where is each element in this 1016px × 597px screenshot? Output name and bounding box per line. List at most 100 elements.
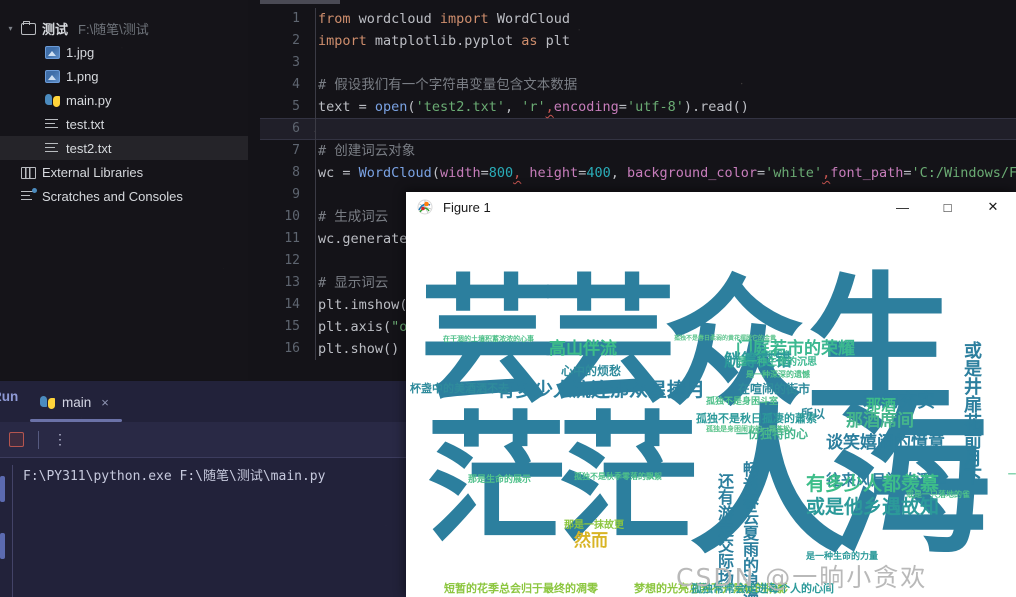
- figure-canvas[interactable]: 芸芸众生茫茫人海高山伴流 门庭若市的荣耀 有多少人流连那众星捧月 杯盏中的美酒洒不去心…: [406, 223, 1016, 597]
- tab-run[interactable]: Run: [0, 389, 18, 404]
- more-options-icon[interactable]: ⋮: [53, 432, 67, 446]
- code-token: width: [439, 165, 481, 181]
- tree-item-test2-txt[interactable]: test2.txt: [0, 136, 248, 160]
- tree-item-external-libraries[interactable]: External Libraries: [0, 160, 248, 184]
- wordcloud-word: 是一种深深的遗憾: [746, 370, 810, 379]
- tree-item-1-png[interactable]: 1.png: [0, 64, 248, 88]
- tree-item-main-py[interactable]: main.py: [0, 88, 248, 112]
- wordcloud-word: 孤独不是春日柔弱的黄花摆脱它的金黄: [674, 335, 777, 342]
- minimize-icon[interactable]: —: [880, 192, 925, 223]
- code-line[interactable]: wc = WordCloud(width=800, height=400, ba…: [318, 162, 1016, 184]
- code-token: =: [342, 165, 359, 181]
- code-token: =: [358, 99, 375, 115]
- code-token: plt.show(): [318, 341, 400, 357]
- line-number: 3: [292, 55, 300, 70]
- code-line[interactable]: # 假设我们有一个字符串变量包含文本数据: [318, 74, 1016, 96]
- tree-item-scratches-and-consoles[interactable]: Scratches and Consoles: [0, 184, 248, 208]
- code-line[interactable]: # 创建词云对象: [318, 140, 1016, 162]
- close-icon[interactable]: ×: [101, 395, 109, 410]
- wordcloud-word: 或是井扉花前月下: [961, 341, 982, 485]
- run-tool-window: Run main × ⋮ F:\PY311\python.exe F:\随笔\测…: [0, 381, 406, 597]
- code-token: font_path: [830, 165, 904, 181]
- line-number: 5: [292, 99, 300, 114]
- code-token: 'r': [521, 99, 546, 115]
- code-token: text: [318, 99, 359, 115]
- code-token: =: [757, 165, 766, 181]
- figure-title-bar[interactable]: Figure 1 — □ ✕: [406, 192, 1016, 223]
- code-token: ).read(): [683, 99, 749, 115]
- image-file-icon: [45, 70, 60, 83]
- code-token: plt.axis(: [318, 319, 392, 335]
- wordcloud-word: 那酒: [866, 396, 897, 414]
- code-token: 'white': [765, 165, 823, 181]
- library-icon: [21, 167, 36, 179]
- code-token: =: [903, 165, 912, 181]
- wordcloud-word: 那酒席间: [846, 411, 914, 431]
- wordcloud-word: 孤独不是秋季零落的飘絮: [574, 472, 662, 481]
- tree-item-test-txt[interactable]: test.txt: [0, 112, 248, 136]
- code-line[interactable]: from wordcloud import WordCloud: [318, 8, 1016, 30]
- wordcloud-word: 杯盏中的美酒洒不去: [410, 382, 509, 395]
- matplotlib-icon: [417, 199, 433, 215]
- wordcloud-word: 谈笑嬉闹的憶意: [826, 433, 945, 453]
- editor-scroll-indicator: [260, 0, 340, 4]
- code-token: WordCloud: [496, 11, 570, 27]
- wordcloud-image: 芸芸众生茫茫人海高山伴流 门庭若市的荣耀 有多少人流连那众星捧月 杯盏中的美酒洒不去心…: [406, 223, 1016, 597]
- chevron-down-icon[interactable]: ▾: [6, 24, 15, 33]
- line-number: 12: [284, 253, 300, 268]
- code-token: import: [439, 11, 497, 27]
- line-number: 6: [292, 121, 300, 136]
- console-output[interactable]: F:\PY311\python.exe F:\随笔\测试\main.py: [12, 465, 406, 597]
- code-token: =: [618, 99, 627, 115]
- code-token: 'C:/Windows/Fo: [911, 165, 1016, 181]
- project-tree: ▾ 测试 F:\随笔\测试 1.jpg 1.png main.py test.txt test…: [0, 16, 248, 208]
- tree-item-label: External Libraries: [42, 164, 144, 180]
- code-token: # 假设我们有一个字符串变量包含文本数据: [318, 77, 578, 93]
- line-number: 10: [284, 209, 300, 224]
- line-number: 14: [284, 297, 300, 312]
- code-token: plt.imshow(: [318, 297, 408, 313]
- maximize-icon[interactable]: □: [925, 192, 970, 223]
- code-line[interactable]: [318, 118, 1016, 140]
- code-line[interactable]: text = open('test2.txt', 'r',encoding='u…: [318, 96, 1016, 118]
- line-number: 1: [292, 11, 300, 26]
- line-number: 11: [284, 231, 300, 246]
- code-token: 'test2.txt': [415, 99, 505, 115]
- wordcloud-word: 高山伴流: [549, 339, 617, 359]
- stop-button[interactable]: [9, 432, 24, 447]
- wordcloud-word: 孤独不是身困斗室: [706, 397, 779, 407]
- line-number: 2: [292, 33, 300, 48]
- code-token: ,: [822, 165, 831, 181]
- code-token: matplotlib.pyplot: [374, 33, 522, 49]
- line-number: 7: [292, 143, 300, 158]
- code-line[interactable]: [318, 52, 1016, 74]
- code-token: wc.generate: [318, 231, 408, 247]
- console-scroll-marker-2: [0, 533, 5, 559]
- code-token: plt: [545, 33, 570, 49]
- tab-main-label: main: [62, 394, 92, 410]
- figure-window[interactable]: Figure 1 — □ ✕ 芸芸众生茫茫人海高山伴流 门庭若市的荣耀 有多少人流连…: [406, 192, 1016, 597]
- code-token: open: [374, 99, 408, 115]
- tree-item-[interactable]: ▾ 测试 F:\随笔\测试: [0, 16, 248, 40]
- code-token: ,: [504, 99, 522, 115]
- image-file-icon: [45, 46, 60, 59]
- wordcloud-word: 心中的烦愁: [561, 364, 622, 378]
- code-token: height: [529, 165, 579, 181]
- tree-item-1-jpg[interactable]: 1.jpg: [0, 40, 248, 64]
- code-token: # 显示词云: [318, 275, 389, 291]
- tree-item-label: 1.png: [66, 68, 99, 84]
- text-file-icon: [45, 140, 60, 156]
- code-token: import: [318, 33, 375, 49]
- close-icon[interactable]: ✕: [970, 192, 1016, 223]
- code-line[interactable]: import matplotlib.pyplot as plt: [318, 30, 1016, 52]
- code-token: 800: [488, 165, 514, 181]
- code-token: WordCloud: [358, 165, 432, 181]
- window-controls: — □ ✕: [880, 192, 1016, 223]
- text-file-icon: [45, 116, 60, 132]
- line-number-gutter: 1 2 3 4 5 6 7 8 9 10 11 12 13 14 15 16: [260, 8, 308, 360]
- tree-item-path: F:\随笔\测试: [78, 21, 149, 37]
- tree-item-label: test.txt: [66, 116, 105, 132]
- code-token: "o: [391, 319, 408, 335]
- tab-main[interactable]: main ×: [40, 387, 109, 417]
- wordcloud-word: 有多少人流连那众星捧月: [496, 379, 706, 401]
